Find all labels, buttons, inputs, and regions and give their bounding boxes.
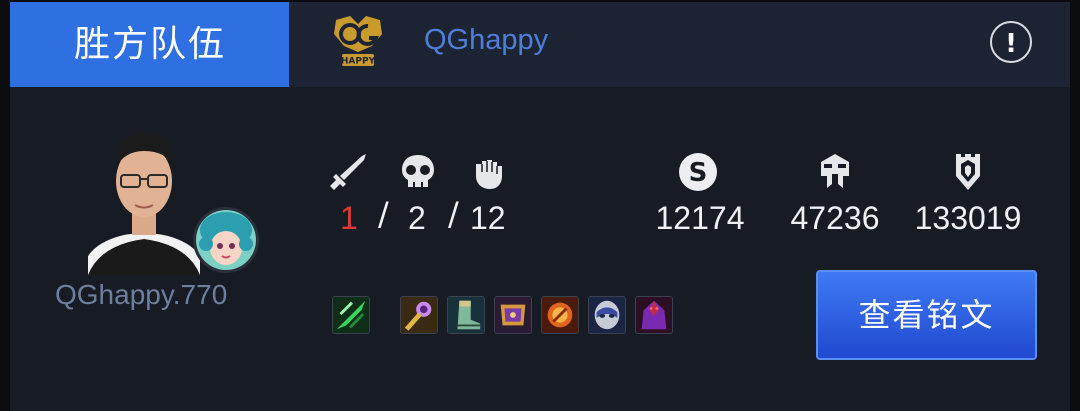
svg-text:S: S [689, 158, 708, 188]
kda-separator: / [448, 195, 459, 233]
player-avatar [88, 133, 200, 275]
summoner-spell-icon [332, 296, 370, 334]
team-header: 胜方队伍 HAPPY QGhappy ! [10, 2, 1070, 87]
hero-portrait-icon [193, 207, 259, 273]
sword-icon [330, 154, 366, 190]
item-boots-icon [447, 296, 485, 334]
kills-value: 1 [340, 200, 358, 236]
match-result-card: 胜方队伍 HAPPY QGhappy ! QGhappy.770 1 / 2 /… [10, 2, 1070, 411]
gold-value: 12174 [655, 200, 745, 236]
item-fire-orb-icon [541, 296, 579, 334]
item-scepter-icon [400, 296, 438, 334]
team-logo-icon: HAPPY [334, 16, 382, 67]
view-runes-button[interactable]: 查看铭文 [816, 270, 1037, 360]
fist-icon [476, 160, 502, 189]
item-book-icon [494, 296, 532, 334]
deaths-value: 2 [408, 200, 426, 236]
coin-icon: S [679, 153, 717, 191]
kda-separator: / [378, 195, 389, 233]
team-name: QGhappy [424, 24, 549, 56]
helmet-icon [821, 154, 849, 188]
info-icon[interactable]: ! [990, 21, 1032, 63]
svg-text:HAPPY: HAPPY [341, 57, 376, 67]
winning-team-tag: 胜方队伍 [10, 2, 289, 87]
shield-icon [956, 154, 980, 190]
damage-dealt-value: 47236 [790, 200, 880, 236]
assists-value: 12 [470, 200, 506, 236]
item-mask-icon [588, 296, 626, 334]
item-cloak-icon [635, 296, 673, 334]
damage-taken-value: 133019 [914, 200, 1022, 236]
skull-icon [402, 155, 434, 187]
player-name: QGhappy.770 [55, 279, 228, 310]
